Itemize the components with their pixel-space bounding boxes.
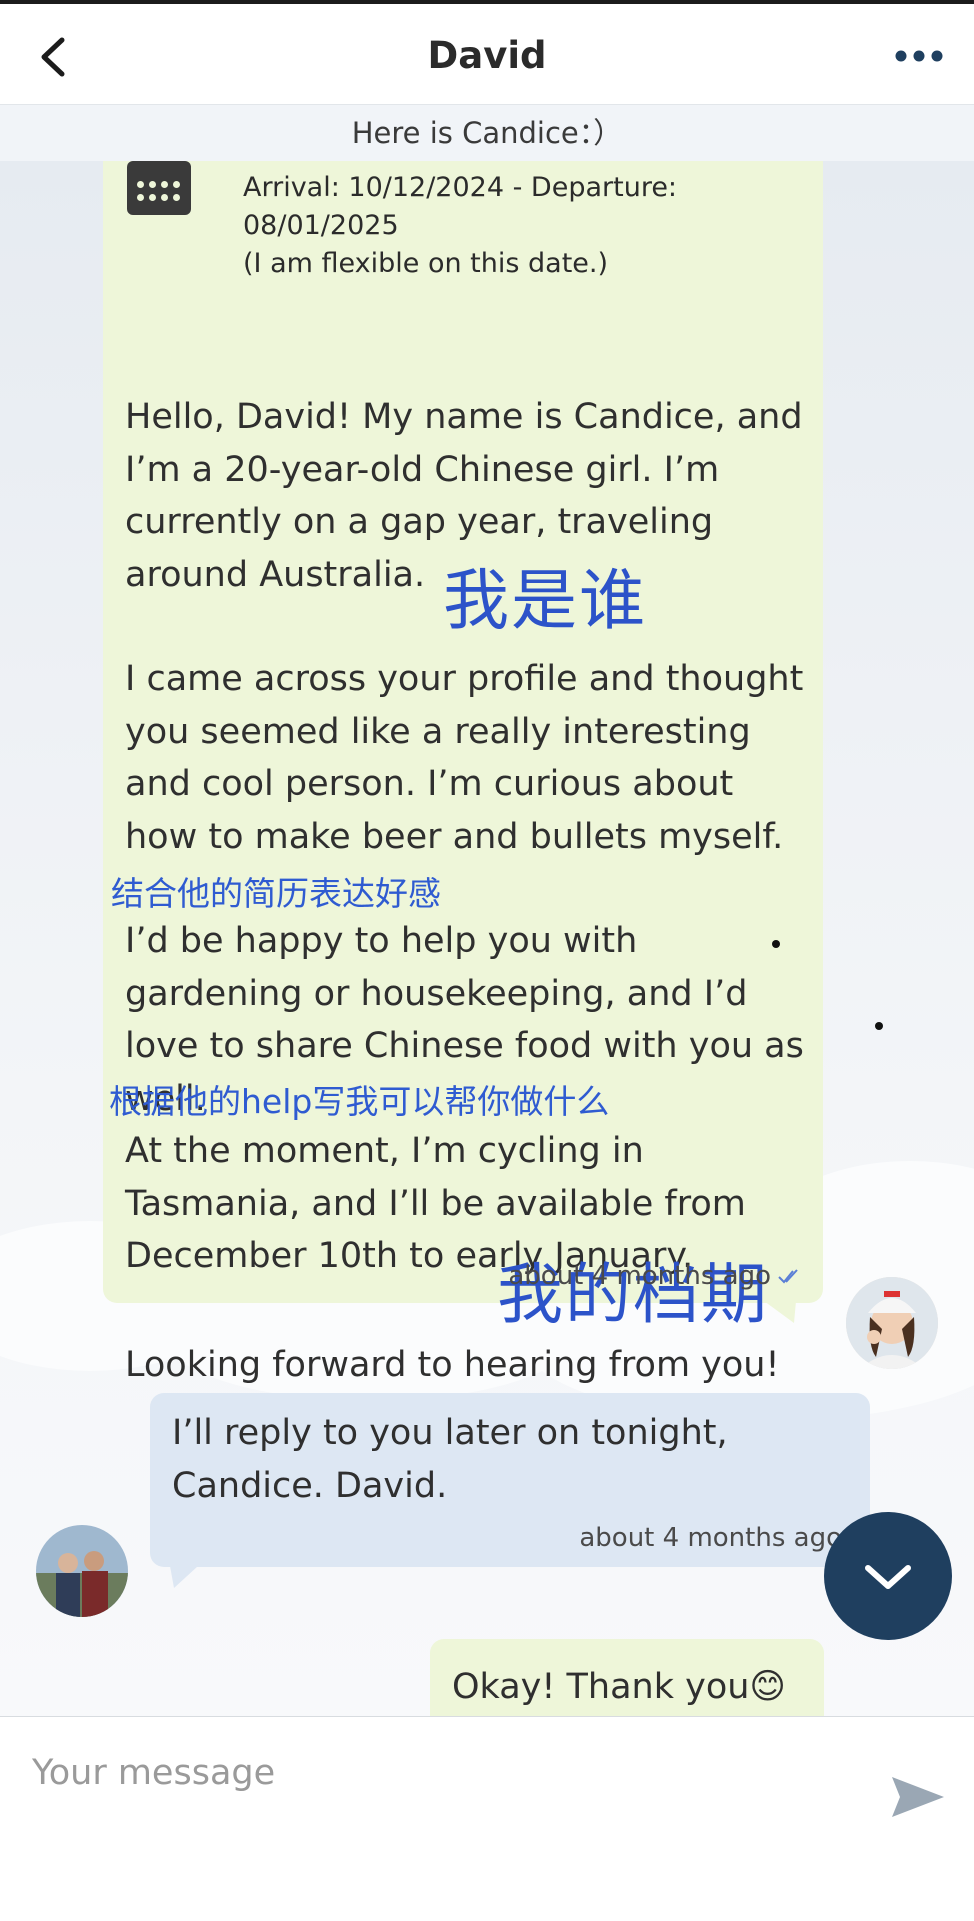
chat-header: David [0, 4, 974, 104]
message-text: Okay! Thank you😊 [452, 1667, 786, 1707]
user-photo [846, 1277, 938, 1369]
bubble-tail [170, 1566, 198, 1588]
message-timestamp: about 4 months ago [579, 1523, 842, 1553]
more-horizontal-icon [895, 50, 943, 62]
page-title: David [427, 34, 547, 77]
request-banner: Here is Candice：） [0, 104, 974, 162]
more-options-button[interactable] [894, 44, 944, 68]
annotation-who-am-i: 我是谁 [443, 562, 647, 639]
annotation-express-interest: 结合他的简历表达好感 [111, 874, 441, 913]
user-photo [36, 1525, 128, 1617]
flexible-note: (I am flexible on this date.) [243, 248, 609, 279]
scroll-to-bottom-button[interactable] [824, 1512, 952, 1640]
calendar-icon [127, 161, 191, 215]
message-composer: Your message [0, 1716, 974, 1921]
stay-dates: Arrival: 10/12/2024 - Departure: 08/01/2… [243, 169, 823, 283]
message-paragraph: Looking forward to hearing from you! [125, 1345, 780, 1385]
chat-area[interactable]: Arrival: 10/12/2024 - Departure: 08/01/2… [0, 161, 974, 1716]
arrival-departure: Arrival: 10/12/2024 - Departure: 08/01/2… [243, 172, 678, 241]
message-text: I’ll reply to you later on tonight, Cand… [172, 1413, 728, 1506]
incoming-message-bubble[interactable]: Okay! Thank you😊 [430, 1639, 824, 1716]
stray-mark [875, 1022, 883, 1030]
stray-mark [772, 940, 780, 948]
message-paragraph: I came across your profile and thought y… [125, 659, 804, 857]
read-check-icon [778, 1269, 798, 1284]
avatar[interactable] [846, 1277, 938, 1369]
bubble-tail [764, 1301, 796, 1323]
incoming-message-bubble[interactable]: Arrival: 10/12/2024 - Departure: 08/01/2… [103, 161, 823, 1385]
chevron-down-icon [865, 1565, 911, 1589]
message-input[interactable]: Your message [32, 1753, 275, 1793]
send-icon[interactable] [890, 1773, 946, 1821]
annotation-how-i-can-help: 根据他的help写我可以帮你做什么 [109, 1082, 610, 1121]
avatar[interactable] [36, 1525, 128, 1617]
outgoing-message-bubble[interactable]: I’ll reply to you later on tonight, Cand… [150, 1393, 870, 1567]
message-timestamp: about 4 months ago [508, 1261, 771, 1291]
